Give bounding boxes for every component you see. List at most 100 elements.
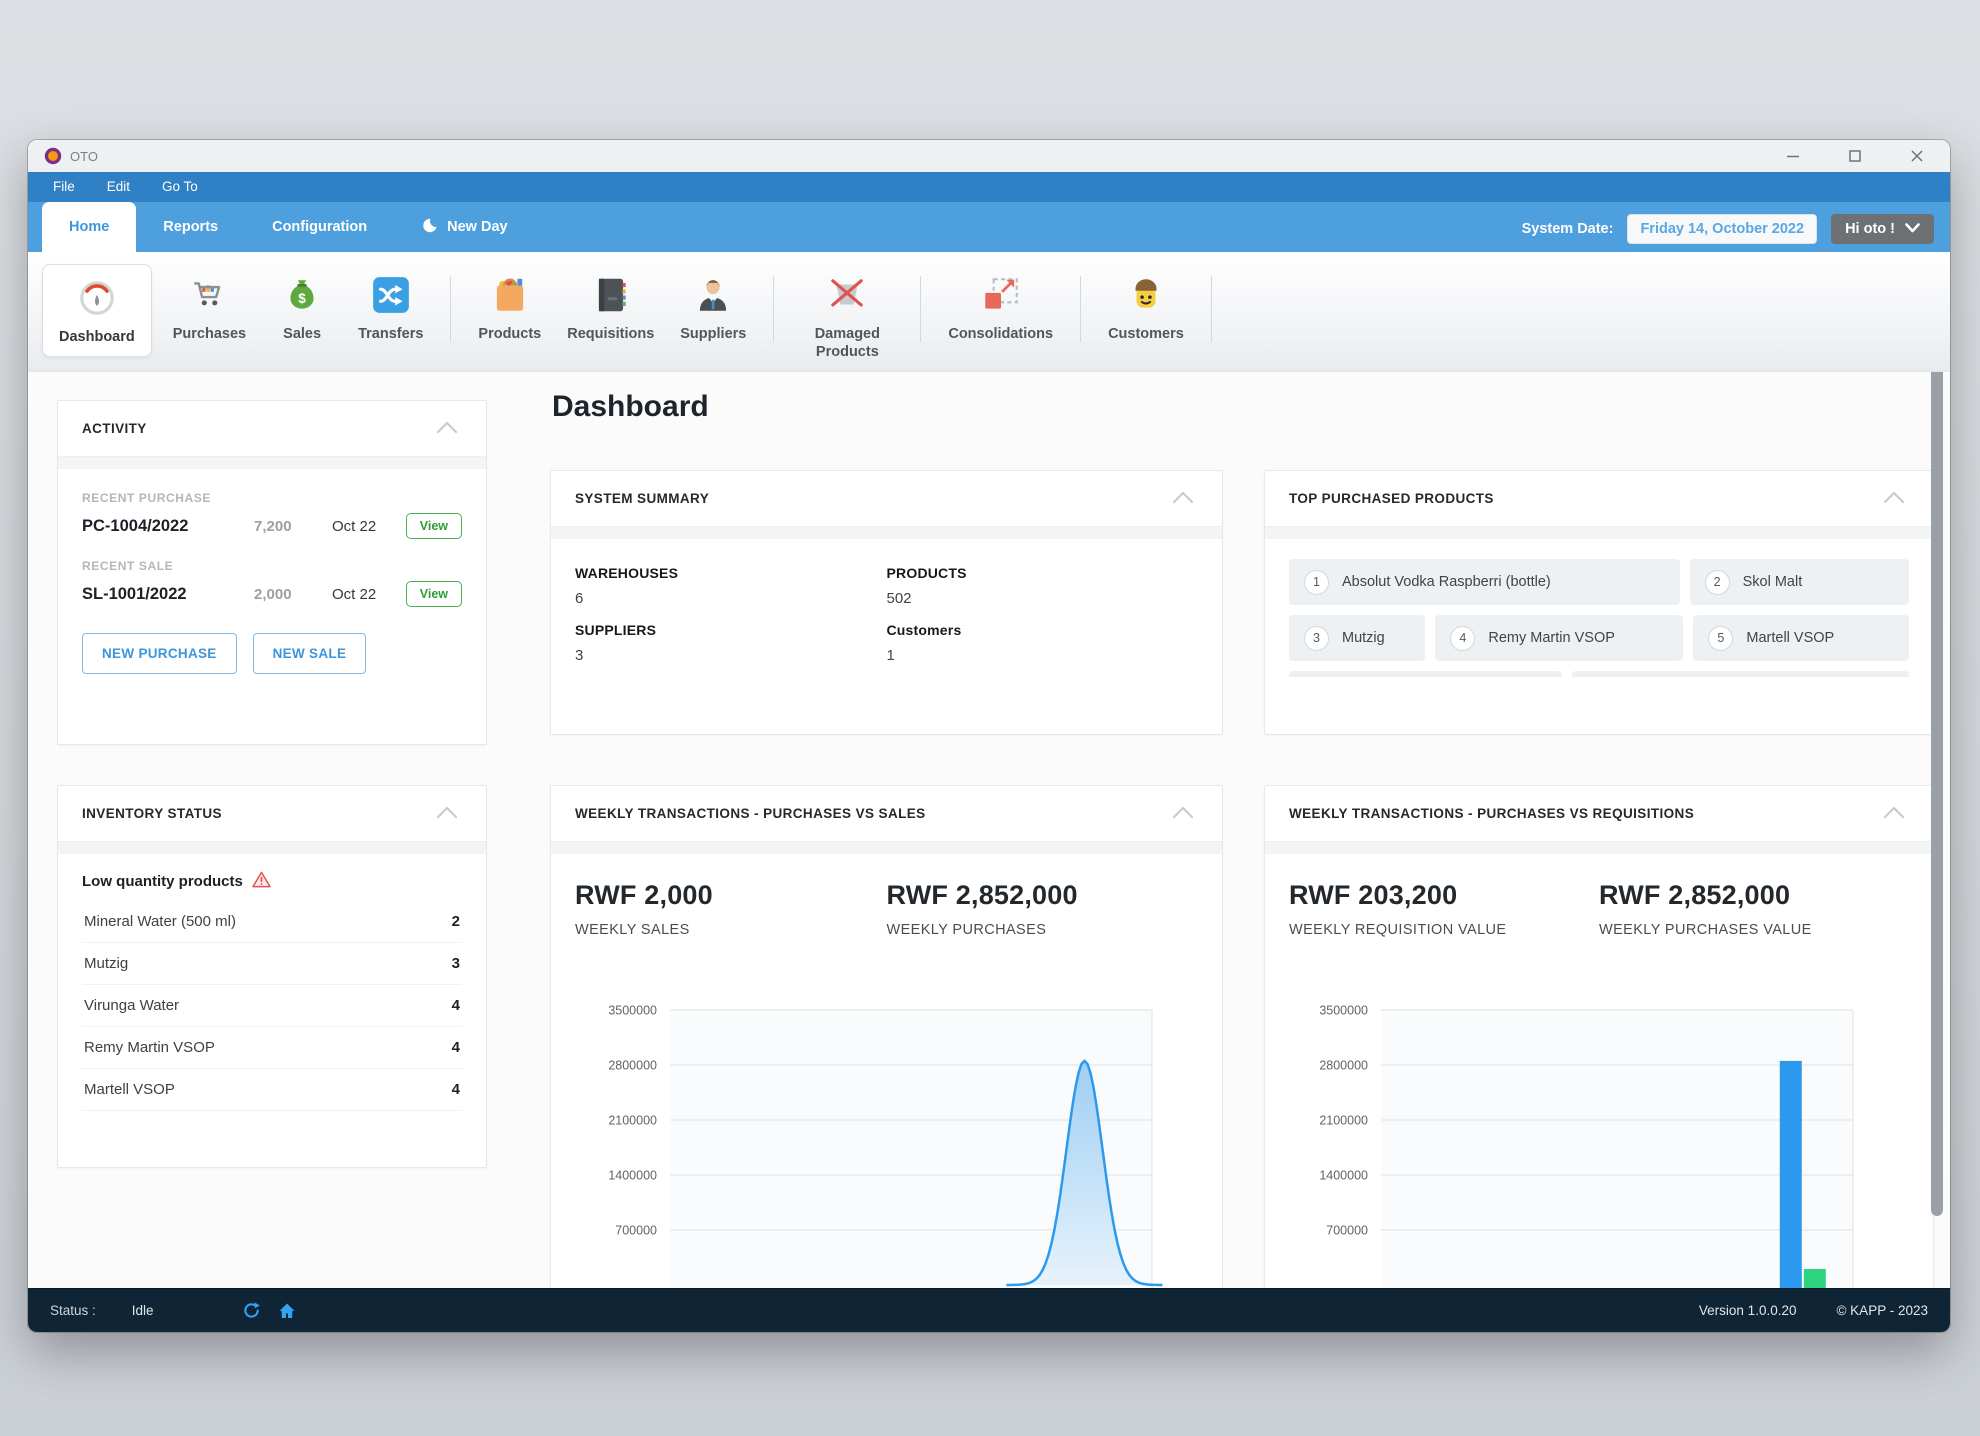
user-menu-button[interactable]: Hi oto ! [1831, 214, 1934, 244]
shopping-bag-icon [489, 272, 531, 318]
weekly-purchases-vs-sales-panel: WEEKLY TRANSACTIONS - PURCHASES VS SALES… [550, 785, 1223, 1288]
gauge-icon [76, 275, 118, 321]
tab-home[interactable]: Home [42, 202, 136, 252]
product-name: Mineral Water (500 ml) [84, 913, 236, 930]
shuffle-icon [370, 272, 412, 318]
product-chip[interactable]: 3 Mutzig [1289, 615, 1425, 661]
window-controls [1784, 147, 1940, 165]
collapse-top-products-button[interactable] [1879, 487, 1909, 511]
app-window: OTO File Edit Go To Home Reports Configu… [28, 140, 1950, 1332]
inventory-panel-title: INVENTORY STATUS [82, 806, 222, 821]
toolbar-requisitions[interactable]: Requisitions [554, 264, 667, 351]
stat-value: 502 [887, 590, 1199, 607]
toolbar-damaged-products[interactable]: Damaged Products [788, 264, 906, 369]
view-purchase-button[interactable]: View [406, 513, 462, 539]
maximize-button[interactable] [1846, 147, 1864, 165]
toolbar-consolidations[interactable]: Consolidations [935, 264, 1066, 351]
scrollbar-thumb[interactable] [1931, 372, 1943, 1216]
weekly-requisition-value: RWF 203,200 [1289, 880, 1599, 911]
recent-purchase-label: RECENT PURCHASE [82, 491, 462, 505]
system-date-label: System Date: [1522, 221, 1614, 237]
nav-bar: Home Reports Configuration New Day Syste… [28, 202, 1950, 252]
svg-text:2800000: 2800000 [608, 1059, 657, 1073]
person-head-icon [1125, 272, 1167, 318]
chip-product-name: Absolut Vodka Raspberri (bottle) [1342, 574, 1551, 590]
product-chip[interactable]: 4 Remy Martin VSOP [1435, 615, 1683, 661]
menu-edit[interactable]: Edit [94, 172, 143, 202]
menu-go-to[interactable]: Go To [149, 172, 211, 202]
activity-panel: ACTIVITY RECENT PURCHASE PC-1004/2022 7,… [57, 400, 487, 745]
toolbar-products[interactable]: Products [465, 264, 554, 351]
chip-product-name: Martell VSOP [1746, 630, 1834, 646]
view-sale-button[interactable]: View [406, 581, 462, 607]
refresh-icon[interactable] [242, 1301, 261, 1320]
panel-strip [1265, 527, 1933, 539]
close-button[interactable] [1908, 147, 1926, 165]
toolbar-sales[interactable]: $ Sales [259, 264, 345, 351]
product-name: Martell VSOP [84, 1081, 175, 1098]
new-purchase-button[interactable]: NEW PURCHASE [82, 633, 237, 674]
home-icon[interactable] [277, 1301, 297, 1320]
stat-label: SUPPLIERS [575, 622, 887, 638]
product-chip[interactable]: 5 Martell VSOP [1693, 615, 1909, 661]
panel-strip [551, 527, 1222, 539]
top-products-title: TOP PURCHASED PRODUCTS [1289, 491, 1494, 506]
tab-configuration-label: Configuration [272, 219, 367, 235]
toolbar-divider [773, 276, 774, 342]
chevron-down-icon [1905, 221, 1920, 237]
main-area: Dashboard SYSTEM SUMMARY WAREHOUSES 6 SU… [550, 372, 1950, 1288]
svg-text:2100000: 2100000 [1319, 1114, 1368, 1128]
collapse-weekly-req-button[interactable] [1879, 802, 1909, 826]
collapse-summary-button[interactable] [1168, 487, 1198, 511]
system-date-value[interactable]: Friday 14, October 2022 [1627, 214, 1817, 244]
collapse-inventory-button[interactable] [432, 802, 462, 826]
svg-text:700000: 700000 [615, 1224, 657, 1238]
rank-badge: 1 [1304, 570, 1329, 595]
bar-chart-purchases-vs-requisitions: 3500000280000021000001400000700000 [1265, 986, 1933, 1288]
weekly-purchases-label: WEEKLY PURCHASES [887, 922, 1199, 938]
svg-text:2800000: 2800000 [1319, 1059, 1368, 1073]
stat-value: 3 [575, 647, 887, 664]
toolbar-divider [450, 276, 451, 342]
panel-strip [58, 457, 486, 469]
toolbar-suppliers[interactable]: Suppliers [667, 264, 759, 351]
app-logo-icon [44, 147, 62, 165]
tab-new-day[interactable]: New Day [394, 202, 534, 252]
toolbar-dashboard[interactable]: Dashboard [42, 264, 152, 357]
area-chart-purchases-vs-sales: 3500000280000021000001400000700000 [551, 986, 1222, 1288]
content-area: ACTIVITY RECENT PURCHASE PC-1004/2022 7,… [28, 372, 1950, 1288]
weekly-purchases-vs-requisitions-panel: WEEKLY TRANSACTIONS - PURCHASES VS REQUI… [1264, 785, 1934, 1288]
product-chip[interactable]: 1 Absolut Vodka Raspberri (bottle) [1289, 559, 1680, 605]
toolbar-purchases[interactable]: Purchases [160, 264, 259, 351]
svg-text:1400000: 1400000 [608, 1169, 657, 1183]
tab-reports-label: Reports [163, 219, 218, 235]
menu-file[interactable]: File [40, 172, 88, 202]
purchase-code: PC-1004/2022 [82, 517, 254, 536]
toolbar-transfers[interactable]: Transfers [345, 264, 436, 351]
tab-reports[interactable]: Reports [136, 202, 245, 252]
toolbar-label: Purchases [173, 325, 246, 343]
top-purchased-products-panel: TOP PURCHASED PRODUCTS 1 Absolut Vodka R… [1264, 470, 1934, 735]
toolbar-label: Suppliers [680, 325, 746, 343]
product-qty: 2 [452, 913, 460, 930]
rank-badge: 2 [1705, 570, 1730, 595]
collapse-weekly-sales-button[interactable] [1168, 802, 1198, 826]
tab-configuration[interactable]: Configuration [245, 202, 394, 252]
chip-product-name: Skol Malt [1743, 574, 1803, 590]
rank-badge: 3 [1304, 626, 1329, 651]
product-chip[interactable]: 2 Skol Malt [1690, 559, 1909, 605]
version-text: Version 1.0.0.20 [1699, 1303, 1797, 1318]
collapse-activity-button[interactable] [432, 417, 462, 441]
svg-text:$: $ [298, 291, 306, 306]
toolbar-customers[interactable]: Customers [1095, 264, 1197, 351]
toolbar-label: Transfers [358, 325, 423, 343]
minimize-button[interactable] [1784, 147, 1802, 165]
toolbar-label: Customers [1108, 325, 1184, 343]
sale-date: Oct 22 [332, 586, 406, 603]
chip-product-name: Mutzig [1342, 630, 1385, 646]
new-sale-button[interactable]: NEW SALE [253, 633, 367, 674]
vertical-scrollbar[interactable] [1931, 372, 1943, 1288]
toolbar-label: Requisitions [567, 325, 654, 343]
chip-product-name: Remy Martin VSOP [1488, 630, 1615, 646]
window-title: OTO [70, 149, 98, 164]
